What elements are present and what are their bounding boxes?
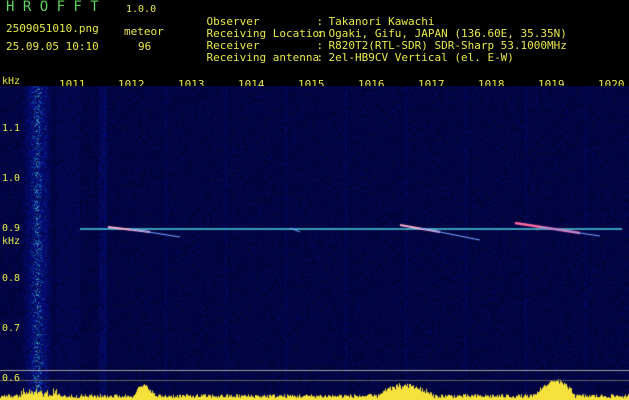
- app-version: 1.0.0: [126, 4, 157, 15]
- info-antenna: Receiving antenna: 2el-HB9CV Vertical (el…: [206, 51, 514, 64]
- y-unit-label-mid: kHz: [2, 236, 21, 247]
- y-tick-1-1: 1.1: [2, 123, 21, 134]
- y-tick-0-6: 0.6: [2, 373, 21, 384]
- file-name: 2509051010.png: [6, 22, 99, 35]
- spectrogram-canvas: [0, 86, 629, 400]
- spectrogram-area: 1.1 1.0 0.9 0.8 0.7 0.6 kHz: [0, 86, 629, 400]
- info-antenna-value: 2el-HB9CV Vertical (el. E-W): [328, 51, 514, 64]
- hrofft-window: H R O F F T 1.0.0 2509051010.png 25.09.0…: [0, 0, 629, 400]
- meteor-count: 96: [138, 40, 152, 53]
- y-tick-0-7: 0.7: [2, 323, 21, 334]
- meteor-label: meteor: [124, 25, 164, 38]
- y-tick-1-0: 1.0: [2, 173, 21, 184]
- app-title: H R O F F T: [6, 0, 99, 15]
- y-tick-0-9: 0.9: [2, 223, 21, 234]
- y-tick-0-8: 0.8: [2, 273, 21, 284]
- observation-datetime: 25.09.05 10:10: [6, 40, 99, 53]
- info-antenna-key: Receiving antenna: [206, 51, 320, 64]
